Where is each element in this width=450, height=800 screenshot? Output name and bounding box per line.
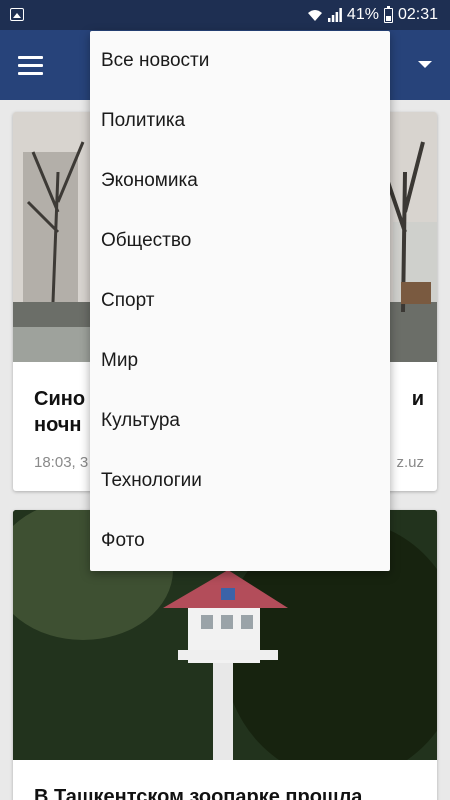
news-source: z.uz [396, 454, 424, 471]
menu-item-technology[interactable]: Технологии [90, 451, 390, 511]
status-indicators: 41% 02:31 [307, 5, 438, 25]
battery-icon [383, 5, 393, 23]
dropdown-arrow-icon[interactable] [418, 61, 432, 68]
menu-item-photo[interactable]: Фото [90, 511, 390, 571]
wifi-icon [307, 8, 323, 22]
menu-item-politics[interactable]: Политика [90, 91, 390, 151]
news-date: 18:03, 3 [34, 454, 89, 471]
status-bar: 41% 02:31 [0, 0, 450, 30]
clock: 02:31 [397, 6, 438, 23]
menu-item-economy[interactable]: Экономика [90, 151, 390, 211]
category-dropdown-menu: Все новости Политика Экономика Общество … [90, 31, 390, 571]
menu-item-all-news[interactable]: Все новости [90, 31, 390, 91]
news-title[interactable]: В Ташкентском зоопарке прошла [34, 784, 424, 800]
menu-item-culture[interactable]: Культура [90, 391, 390, 451]
menu-item-world[interactable]: Мир [90, 331, 390, 391]
signal-icon [327, 8, 342, 22]
menu-item-society[interactable]: Общество [90, 211, 390, 271]
battery-percent: 41% [346, 6, 379, 23]
menu-item-sport[interactable]: Спорт [90, 271, 390, 331]
menu-icon[interactable] [10, 47, 50, 83]
gallery-icon [10, 8, 24, 21]
